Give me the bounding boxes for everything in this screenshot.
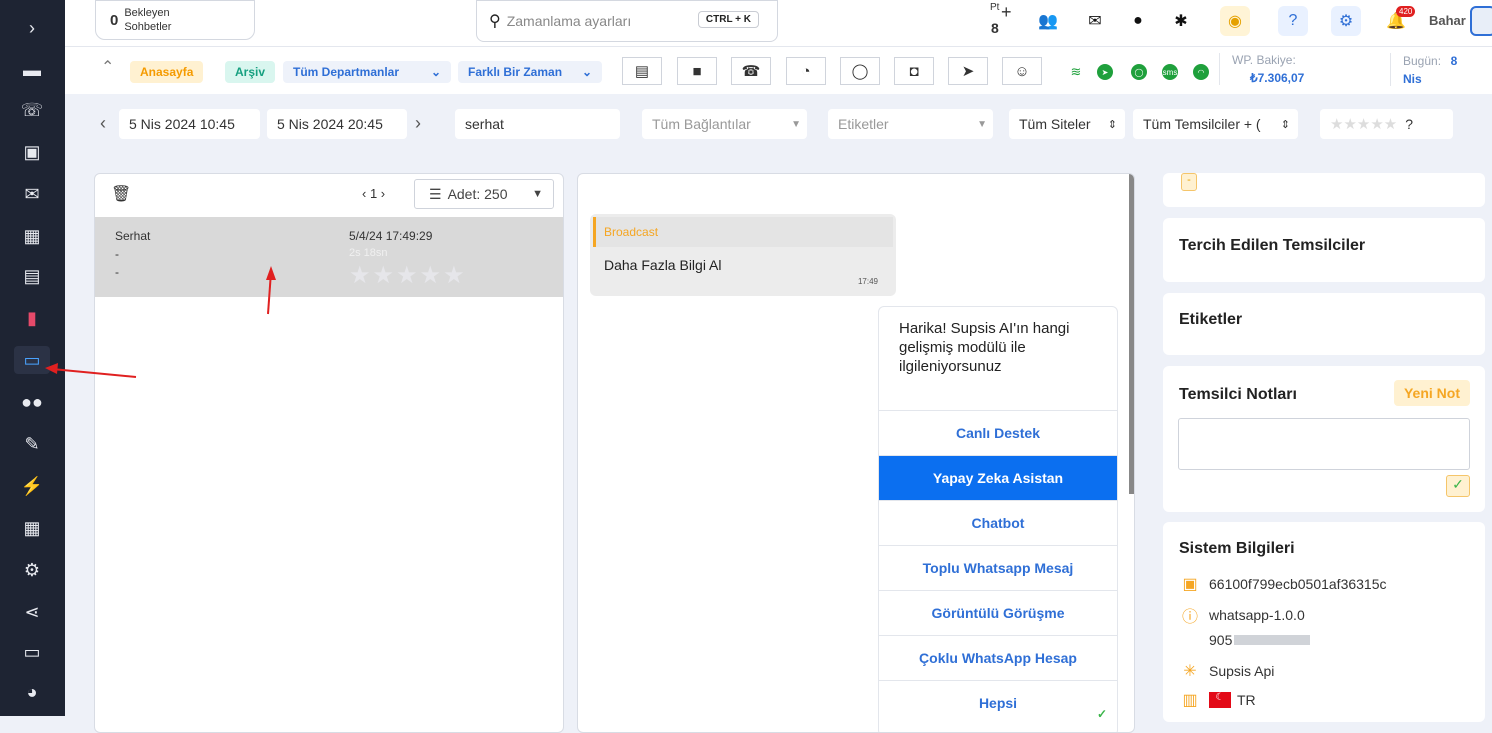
arrow-line-sidebar [51,368,137,378]
arrow-head-sidebar [45,363,58,374]
annotation-arrows [45,266,276,378]
arrow-head-list [266,266,276,280]
